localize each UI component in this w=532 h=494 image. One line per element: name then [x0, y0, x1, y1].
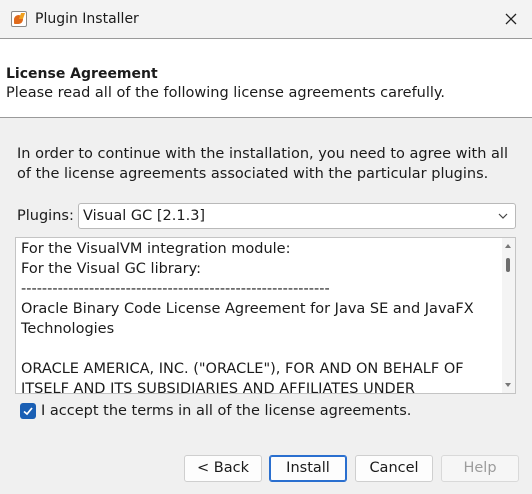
plugins-dropdown[interactable]: Visual GC [2.1.3]	[78, 203, 516, 229]
license-line: Technologies	[21, 321, 115, 337]
accept-checkbox[interactable]	[20, 403, 36, 419]
plugin-installer-app-icon	[11, 11, 27, 27]
close-icon[interactable]	[490, 0, 532, 38]
scroll-down-icon[interactable]	[505, 383, 511, 387]
license-scrollbar[interactable]	[502, 238, 515, 393]
license-line: Oracle Binary Code License Agreement for…	[21, 301, 474, 317]
license-line: For the Visual GC library:	[21, 261, 202, 277]
back-button[interactable]: < Back	[184, 455, 262, 482]
license-line: ORACLE AMERICA, INC. ("ORACLE"), FOR AND…	[21, 361, 464, 377]
title-bar: Plugin Installer	[0, 0, 532, 38]
header-panel: License Agreement Please read all of the…	[0, 38, 532, 118]
intro-line-1: In order to continue with the installati…	[17, 146, 508, 162]
plugins-selected-value: Visual GC [2.1.3]	[83, 208, 206, 224]
cancel-button[interactable]: Cancel	[355, 455, 433, 482]
header-title: License Agreement	[6, 66, 158, 82]
help-button[interactable]: Help	[441, 455, 519, 482]
install-button[interactable]: Install	[269, 455, 347, 482]
intro-text: In order to continue with the installati…	[17, 144, 517, 184]
intro-line-2: of the license agreements associated wit…	[17, 166, 489, 182]
window-title: Plugin Installer	[35, 11, 139, 27]
accept-label[interactable]: I accept the terms in all of the license…	[41, 401, 411, 421]
chevron-down-icon	[498, 213, 508, 219]
header-description: Please read all of the following license…	[6, 85, 446, 101]
license-line: For the VisualVM integration module:	[21, 241, 291, 257]
checkmark-icon	[23, 407, 33, 416]
license-text-area[interactable]: For the VisualVM integration module: For…	[15, 237, 516, 394]
plugins-label: Plugins:	[17, 208, 74, 224]
license-line: ITSELF AND ITS SUBSIDIARIES AND AFFILIAT…	[21, 381, 415, 394]
license-line: ----------------------------------------…	[21, 281, 330, 297]
scroll-up-icon[interactable]	[505, 244, 511, 248]
scroll-thumb[interactable]	[506, 258, 510, 272]
